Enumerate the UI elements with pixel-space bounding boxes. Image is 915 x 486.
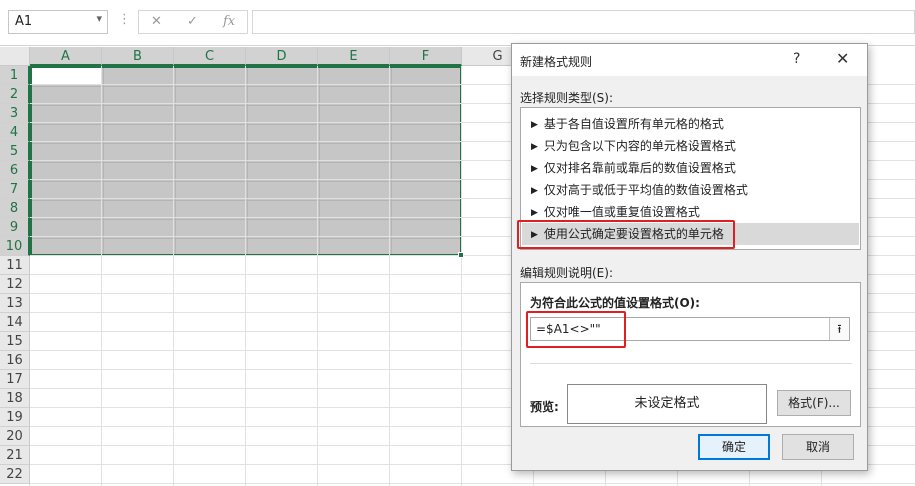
row-header-16[interactable]: 16 [0,351,30,370]
dialog-title: 新建格式规则 [520,55,593,69]
row-header-6[interactable]: 6 [0,161,30,180]
row-header-1[interactable]: 1 [0,66,30,85]
column-header-d[interactable]: D [246,47,318,66]
close-icon[interactable]: ✕ [836,49,849,68]
formula-label: 为符合此公式的值设置格式(O): [530,296,700,310]
triangle-right-icon: ▶ [531,120,538,130]
triangle-right-icon: ▶ [531,186,538,196]
more-options-icon: ⋮ [118,12,131,27]
dialog-titlebar: 新建格式规则 ? ✕ [512,44,867,76]
grid-line [389,66,390,486]
insert-function-icon[interactable]: fx [223,14,235,29]
highlight-box-formula [526,311,626,348]
rule-type-label-text: 仅对排名靠前或靠后的数值设置格式 [543,161,736,175]
row-header-22[interactable]: 22 [0,465,30,484]
cell-divider [32,124,460,125]
excel-window: A1 ▾ ⋮ ✕ ✓ fx A B C D E F G 1 2 3 4 5 6 7 8 9 10 11 12 13 14… [0,0,915,486]
cell-divider [32,86,460,87]
row-header-12[interactable]: 12 [0,275,30,294]
collapse-dialog-icon[interactable]: ⭱ [829,318,849,340]
fill-handle[interactable] [458,252,464,258]
row-header-8[interactable]: 8 [0,199,30,218]
triangle-right-icon: ▶ [531,142,538,152]
row-header-15[interactable]: 15 [0,332,30,351]
row-header-3[interactable]: 3 [0,104,30,123]
cell-divider [32,181,460,182]
row-header-18[interactable]: 18 [0,389,30,408]
row-header-10[interactable]: 10 [0,237,30,256]
selected-range[interactable] [30,66,462,256]
cell-divider [32,162,460,163]
select-all-corner[interactable] [0,47,30,66]
row-header-9[interactable]: 9 [0,218,30,237]
cancel-button[interactable]: 取消 [782,434,854,460]
triangle-right-icon: ▶ [531,208,538,218]
row-header-20[interactable]: 20 [0,427,30,446]
enter-icon[interactable]: ✓ [187,14,198,29]
edit-rule-label: 编辑规则说明(E): [520,266,613,280]
formula-input[interactable] [252,10,915,34]
help-icon[interactable]: ? [793,51,800,67]
column-header-a[interactable]: A [30,47,102,66]
rule-type-label: 选择规则类型(S): [520,91,614,105]
grid-line [245,66,246,486]
preview-label: 预览: [530,400,559,414]
cell-divider [247,68,248,254]
formula-bar: A1 ▾ ⋮ ✕ ✓ fx [0,0,915,46]
grid-line [317,66,318,486]
rule-type-item[interactable]: ▶ 基于各自值设置所有单元格的格式 [522,113,859,135]
column-header-c[interactable]: C [174,47,246,66]
row-header-21[interactable]: 21 [0,446,30,465]
rule-type-item[interactable]: ▶ 只为包含以下内容的单元格设置格式 [522,135,859,157]
cell-divider [32,219,460,220]
grid-line [101,66,102,486]
grid-line [461,66,462,486]
row-header-19[interactable]: 19 [0,408,30,427]
highlight-box-rule-type [517,220,735,249]
ok-button[interactable]: 确定 [698,434,770,460]
grid-line [30,483,915,484]
cell-divider [319,68,320,254]
row-header-2[interactable]: 2 [0,85,30,104]
edit-rule-panel: 为符合此公式的值设置格式(O): =$A1<>"" ⭱ 预览: 未设定格式 格式… [520,282,861,427]
format-button[interactable]: 格式(F)... [777,390,851,416]
column-header-e[interactable]: E [318,47,390,66]
row-header-13[interactable]: 13 [0,294,30,313]
row-header-7[interactable]: 7 [0,180,30,199]
column-header-f[interactable]: F [390,47,462,66]
cell-divider [175,68,176,254]
triangle-right-icon: ▶ [531,164,538,174]
new-formatting-rule-dialog: 新建格式规则 ? ✕ 选择规则类型(S): ▶ 基于各自值设置所有单元格的格式 ▶ 只… [511,43,868,471]
chevron-down-icon[interactable]: ▾ [96,12,102,25]
rule-type-label-text: 基于各自值设置所有单元格的格式 [543,117,724,131]
column-header-b[interactable]: B [102,47,174,66]
cell-divider [32,200,460,201]
rule-type-label-text: 只为包含以下内容的单元格设置格式 [543,139,736,153]
preview-box: 未设定格式 [567,384,767,424]
row-header-4[interactable]: 4 [0,123,30,142]
rule-type-item[interactable]: ▶ 仅对高于或低于平均值的数值设置格式 [522,179,859,201]
grid-line [173,66,174,486]
cell-divider [391,68,392,254]
cancel-icon[interactable]: ✕ [151,14,162,29]
formula-buttons: ✕ ✓ fx [138,10,248,34]
row-header-5[interactable]: 5 [0,142,30,161]
rule-type-item[interactable]: ▶ 仅对排名靠前或靠后的数值设置格式 [522,157,859,179]
cell-divider [32,105,460,106]
cell-divider [32,238,460,239]
name-box-value: A1 [15,14,33,29]
cell-divider [103,68,104,254]
row-header-17[interactable]: 17 [0,370,30,389]
row-header-14[interactable]: 14 [0,313,30,332]
rule-type-label-text: 仅对高于或低于平均值的数值设置格式 [543,183,748,197]
name-box[interactable]: A1 ▾ [8,10,108,34]
divider [530,363,852,364]
rule-type-label-text: 仅对唯一值或重复值设置格式 [543,205,700,219]
cell-divider [32,143,460,144]
row-header-11[interactable]: 11 [0,256,30,275]
active-cell[interactable] [32,68,102,85]
